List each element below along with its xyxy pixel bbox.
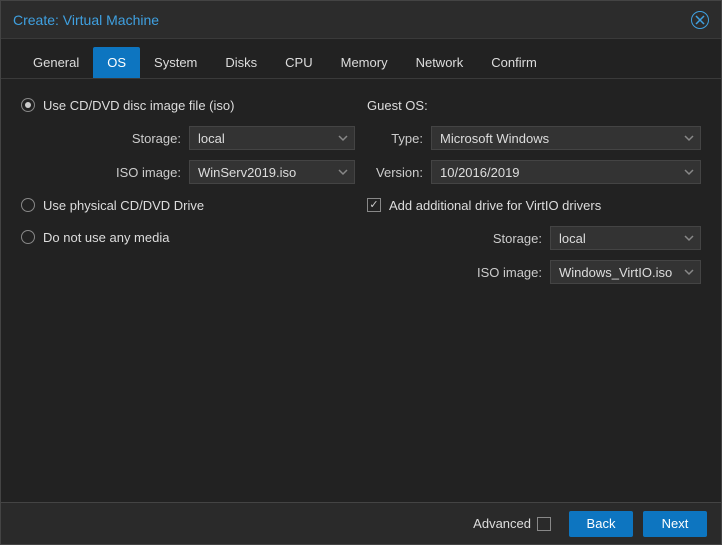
- iso-image-value: WinServ2019.iso: [198, 165, 296, 180]
- virtio-iso-value: Windows_VirtIO.iso: [559, 265, 672, 280]
- iso-image-field: ISO image: WinServ2019.iso: [21, 159, 355, 185]
- dialog-title: Create: Virtual Machine: [13, 12, 691, 28]
- chevron-down-icon: [684, 131, 694, 146]
- content-area: Use CD/DVD disc image file (iso) Storage…: [1, 79, 721, 502]
- tab-system[interactable]: System: [140, 47, 211, 78]
- chevron-down-icon: [684, 165, 694, 180]
- virtio-storage-value: local: [559, 231, 586, 246]
- virtio-storage-label: Storage:: [367, 231, 542, 246]
- type-select[interactable]: Microsoft Windows: [431, 126, 701, 150]
- back-button[interactable]: Back: [569, 511, 633, 537]
- radio-use-physical[interactable]: Use physical CD/DVD Drive: [21, 193, 355, 217]
- iso-image-select[interactable]: WinServ2019.iso: [189, 160, 355, 184]
- virtio-iso-select[interactable]: Windows_VirtIO.iso: [550, 260, 701, 284]
- tab-network[interactable]: Network: [402, 47, 478, 78]
- titlebar: Create: Virtual Machine: [1, 1, 721, 39]
- radio-use-iso[interactable]: Use CD/DVD disc image file (iso): [21, 93, 355, 117]
- virtio-checkbox-row[interactable]: Add additional drive for VirtIO drivers: [367, 193, 701, 217]
- virtio-storage-field: Storage: local: [367, 225, 701, 251]
- storage-label: Storage:: [21, 131, 181, 146]
- storage-value: local: [198, 131, 225, 146]
- checkbox-icon[interactable]: [367, 198, 381, 212]
- virtio-storage-select[interactable]: local: [550, 226, 701, 250]
- advanced-label: Advanced: [473, 516, 531, 531]
- left-column: Use CD/DVD disc image file (iso) Storage…: [21, 93, 355, 488]
- right-column: Guest OS: Type: Microsoft Windows Versio…: [367, 93, 701, 488]
- close-icon[interactable]: [691, 11, 709, 29]
- chevron-down-icon: [684, 265, 694, 280]
- type-label: Type:: [367, 131, 423, 146]
- tab-general[interactable]: General: [19, 47, 93, 78]
- virtio-iso-field: ISO image: Windows_VirtIO.iso: [367, 259, 701, 285]
- tab-memory[interactable]: Memory: [327, 47, 402, 78]
- version-value: 10/2016/2019: [440, 165, 520, 180]
- chevron-down-icon: [338, 165, 348, 180]
- advanced-toggle[interactable]: Advanced: [473, 516, 551, 531]
- next-button[interactable]: Next: [643, 511, 707, 537]
- storage-select[interactable]: local: [189, 126, 355, 150]
- version-field: Version: 10/2016/2019: [367, 159, 701, 185]
- create-vm-dialog: Create: Virtual Machine General OS Syste…: [0, 0, 722, 545]
- type-value: Microsoft Windows: [440, 131, 549, 146]
- virtio-check-label: Add additional drive for VirtIO drivers: [389, 198, 601, 213]
- storage-field: Storage: local: [21, 125, 355, 151]
- tab-confirm[interactable]: Confirm: [477, 47, 551, 78]
- guest-os-heading: Guest OS:: [367, 93, 701, 117]
- radio-icon[interactable]: [21, 198, 35, 212]
- radio-label: Do not use any media: [43, 230, 169, 245]
- radio-icon[interactable]: [21, 98, 35, 112]
- chevron-down-icon: [338, 131, 348, 146]
- tab-os[interactable]: OS: [93, 47, 140, 78]
- chevron-down-icon: [684, 231, 694, 246]
- checkbox-icon[interactable]: [537, 517, 551, 531]
- tab-cpu[interactable]: CPU: [271, 47, 326, 78]
- iso-image-label: ISO image:: [21, 165, 181, 180]
- radio-label: Use CD/DVD disc image file (iso): [43, 98, 234, 113]
- version-label: Version:: [367, 165, 423, 180]
- radio-icon[interactable]: [21, 230, 35, 244]
- type-field: Type: Microsoft Windows: [367, 125, 701, 151]
- radio-label: Use physical CD/DVD Drive: [43, 198, 204, 213]
- tab-disks[interactable]: Disks: [211, 47, 271, 78]
- virtio-iso-label: ISO image:: [367, 265, 542, 280]
- footer: Advanced Back Next: [1, 502, 721, 544]
- radio-no-media[interactable]: Do not use any media: [21, 225, 355, 249]
- wizard-tabs: General OS System Disks CPU Memory Netwo…: [1, 39, 721, 79]
- version-select[interactable]: 10/2016/2019: [431, 160, 701, 184]
